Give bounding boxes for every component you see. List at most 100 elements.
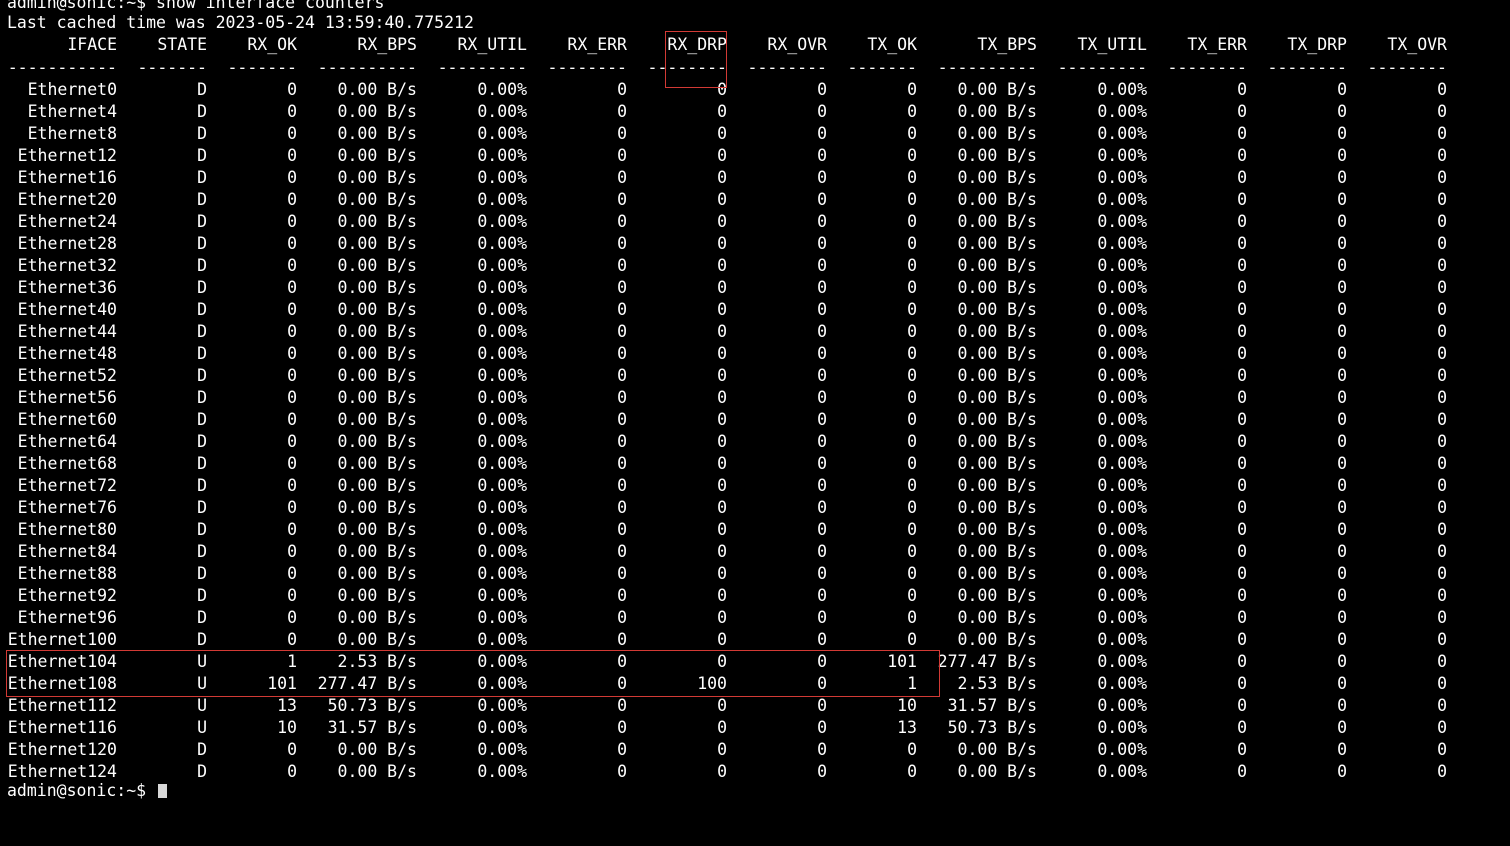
cell-rx-drp: 0 <box>717 410 727 429</box>
cell-rx-bps: 0.00 B/s <box>337 146 417 165</box>
cell-iface: Ethernet80 <box>17 520 117 539</box>
table-row: Ethernet28 D 0 0.00 B/s 0.00% 0 0 0 0 0.00 B/s 0.0… <box>0 233 1510 255</box>
cell-iface: Ethernet68 <box>17 454 117 473</box>
cell-tx-ovr: 0 <box>1437 608 1447 627</box>
cell-tx-util: 0.00% <box>1097 190 1147 209</box>
header-iface: IFACE <box>67 35 117 54</box>
cell-rx-ok: 0 <box>287 608 297 627</box>
table-row: Ethernet116 U 10 31.57 B/s 0.00% 0 0 0 13 50.73 B… <box>0 717 1510 739</box>
cell-tx-util: 0.00% <box>1097 564 1147 583</box>
cell-iface: Ethernet48 <box>17 344 117 363</box>
cell-tx-drp: 0 <box>1337 168 1347 187</box>
cell-tx-ok: 0 <box>907 630 917 649</box>
cell-rx-util: 0.00% <box>477 454 527 473</box>
cell-state: D <box>197 190 207 209</box>
cell-rx-bps: 0.00 B/s <box>337 542 417 561</box>
cell-rx-drp: 0 <box>717 740 727 759</box>
cell-tx-bps: 0.00 B/s <box>957 190 1037 209</box>
cell-tx-ok: 0 <box>907 740 917 759</box>
cell-tx-ovr: 0 <box>1437 410 1447 429</box>
cell-iface: Ethernet104 <box>7 652 117 671</box>
cell-rx-drp: 0 <box>717 388 727 407</box>
cell-tx-ovr: 0 <box>1437 256 1447 275</box>
table-row: Ethernet20 D 0 0.00 B/s 0.00% 0 0 0 0 0.00 B/s 0.0… <box>0 189 1510 211</box>
cell-tx-drp: 0 <box>1337 146 1347 165</box>
cell-state: D <box>197 476 207 495</box>
cell-rx-util: 0.00% <box>477 410 527 429</box>
cell-tx-bps: 0.00 B/s <box>957 542 1037 561</box>
cell-rx-bps: 0.00 B/s <box>337 564 417 583</box>
cell-tx-drp: 0 <box>1337 190 1347 209</box>
cell-tx-drp: 0 <box>1337 696 1347 715</box>
cell-rx-util: 0.00% <box>477 630 527 649</box>
cell-tx-err: 0 <box>1237 388 1247 407</box>
terminal-window[interactable]: admin@sonic:~$ show interface counters L… <box>0 0 1510 800</box>
cell-iface: Ethernet112 <box>7 696 117 715</box>
cell-state: U <box>197 674 207 693</box>
cache-time-text: Last cached time was 2023-05-24 13:59:40… <box>7 13 474 32</box>
cell-state: D <box>197 124 207 143</box>
cell-rx-ok: 0 <box>287 168 297 187</box>
table-row: Ethernet40 D 0 0.00 B/s 0.00% 0 0 0 0 0.00 B/s 0.0… <box>0 299 1510 321</box>
cell-tx-bps: 0.00 B/s <box>957 322 1037 341</box>
cell-tx-ovr: 0 <box>1437 586 1447 605</box>
separator-tx-ovr: -------- <box>1367 58 1447 77</box>
table-row: Ethernet104 U 1 2.53 B/s 0.00% 0 0 0 101 277.47 B… <box>0 651 1510 673</box>
cell-rx-err: 0 <box>617 498 627 517</box>
cell-rx-drp: 0 <box>717 300 727 319</box>
header-rx-ovr: RX_OVR <box>767 35 827 54</box>
cell-tx-util: 0.00% <box>1097 542 1147 561</box>
cell-tx-bps: 0.00 B/s <box>957 564 1037 583</box>
cell-rx-drp: 0 <box>717 630 727 649</box>
cell-rx-drp: 0 <box>717 212 727 231</box>
cell-rx-ovr: 0 <box>817 256 827 275</box>
cell-tx-err: 0 <box>1237 630 1247 649</box>
cell-tx-util: 0.00% <box>1097 80 1147 99</box>
cell-state: D <box>197 212 207 231</box>
cell-tx-util: 0.00% <box>1097 476 1147 495</box>
cell-rx-ok: 0 <box>287 102 297 121</box>
cell-rx-util: 0.00% <box>477 256 527 275</box>
header-tx-util: TX_UTIL <box>1077 35 1147 54</box>
cell-rx-ovr: 0 <box>817 300 827 319</box>
cell-state: U <box>197 718 207 737</box>
separator-tx-drp: -------- <box>1267 58 1347 77</box>
header-state: STATE <box>157 35 207 54</box>
cell-tx-err: 0 <box>1237 410 1247 429</box>
cell-iface: Ethernet76 <box>17 498 117 517</box>
cell-rx-err: 0 <box>617 476 627 495</box>
cell-rx-bps: 0.00 B/s <box>337 124 417 143</box>
cell-rx-ovr: 0 <box>817 80 827 99</box>
cell-iface: Ethernet4 <box>27 102 117 121</box>
cell-tx-drp: 0 <box>1337 80 1347 99</box>
cell-rx-drp: 0 <box>717 124 727 143</box>
cell-rx-ok: 0 <box>287 586 297 605</box>
cell-iface: Ethernet60 <box>17 410 117 429</box>
cell-tx-err: 0 <box>1237 454 1247 473</box>
cell-tx-err: 0 <box>1237 432 1247 451</box>
cell-tx-ok: 0 <box>907 432 917 451</box>
table-row: Ethernet32 D 0 0.00 B/s 0.00% 0 0 0 0 0.00 B/s 0.0… <box>0 255 1510 277</box>
cell-rx-ok: 0 <box>287 366 297 385</box>
cell-tx-err: 0 <box>1237 234 1247 253</box>
cell-state: D <box>197 322 207 341</box>
cell-tx-bps: 0.00 B/s <box>957 102 1037 121</box>
cell-rx-ok: 10 <box>277 718 297 737</box>
cell-rx-ok: 0 <box>287 454 297 473</box>
cell-rx-err: 0 <box>617 256 627 275</box>
cell-iface: Ethernet84 <box>17 542 117 561</box>
cell-rx-drp: 0 <box>717 608 727 627</box>
cell-tx-err: 0 <box>1237 190 1247 209</box>
table-row: Ethernet4 D 0 0.00 B/s 0.00% 0 0 0 0 0.00 B/s 0.00… <box>0 101 1510 123</box>
cell-tx-bps: 0.00 B/s <box>957 212 1037 231</box>
cell-state: U <box>197 652 207 671</box>
cell-tx-ok: 0 <box>907 190 917 209</box>
cell-rx-drp: 0 <box>717 146 727 165</box>
bottom-prompt-line[interactable]: admin@sonic:~$ <box>0 780 1510 802</box>
cell-tx-ovr: 0 <box>1437 344 1447 363</box>
cell-tx-ok: 0 <box>907 102 917 121</box>
cell-rx-ovr: 0 <box>817 476 827 495</box>
cell-rx-ovr: 0 <box>817 212 827 231</box>
cell-tx-util: 0.00% <box>1097 454 1147 473</box>
cell-iface: Ethernet0 <box>27 80 117 99</box>
